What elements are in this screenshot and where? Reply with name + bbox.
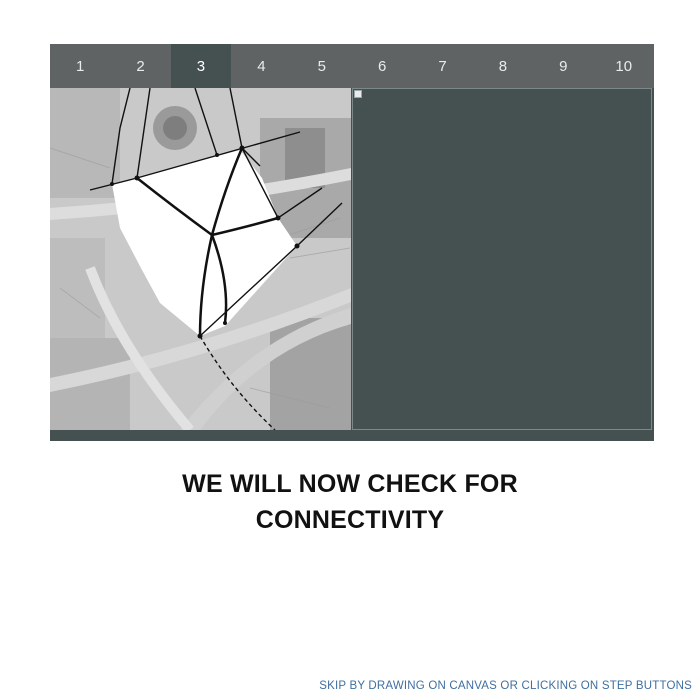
step-button-6[interactable]: 6 xyxy=(352,44,412,88)
step-bar: 1 2 3 4 5 6 7 8 9 10 xyxy=(50,44,654,88)
step-button-5[interactable]: 5 xyxy=(292,44,352,88)
drawing-canvas[interactable] xyxy=(50,88,351,430)
workspace-panel: 1 2 3 4 5 6 7 8 9 10 erase intro - - - c… xyxy=(50,44,654,466)
headline-line-2: CONNECTIVITY xyxy=(255,506,445,534)
headline-line-1: WE WILL NOW CHECK FOR xyxy=(182,470,518,498)
skip-instructions-link[interactable]: SKIP BY DRAWING ON CANVAS OR CLICKING ON… xyxy=(319,680,692,692)
page-title: WE WILL NOW CHECK FOR CONNECTIVITY xyxy=(100,466,600,538)
broken-image-icon xyxy=(354,90,362,98)
step-button-10[interactable]: 10 xyxy=(594,44,654,88)
aerial-map-drawing xyxy=(50,88,351,430)
step-button-9[interactable]: 9 xyxy=(533,44,593,88)
action-slot-10[interactable]: - xyxy=(594,430,654,485)
step-button-8[interactable]: 8 xyxy=(473,44,533,88)
step-button-4[interactable]: 4 xyxy=(231,44,291,88)
result-canvas[interactable] xyxy=(352,88,652,430)
step-button-7[interactable]: 7 xyxy=(412,44,472,88)
step-button-2[interactable]: 2 xyxy=(110,44,170,88)
step-button-1[interactable]: 1 xyxy=(50,44,110,88)
step-button-3[interactable]: 3 xyxy=(170,44,232,88)
